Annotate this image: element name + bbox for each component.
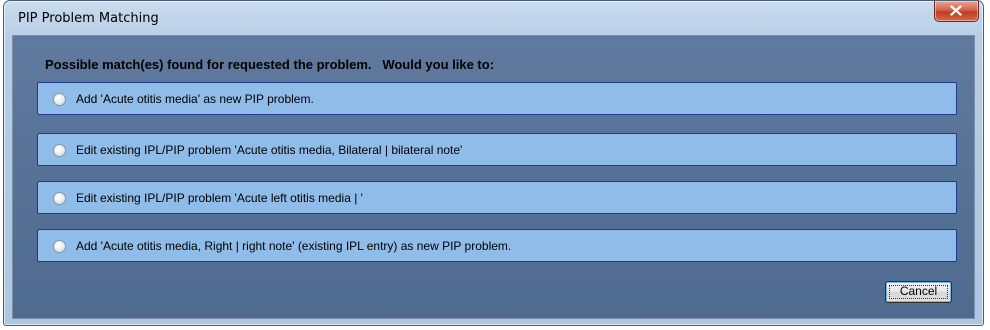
option-radio[interactable] (53, 93, 66, 106)
option-radio[interactable] (53, 192, 66, 205)
cancel-label: Cancel (899, 284, 938, 298)
option-label: Edit existing IPL/PIP problem 'Acute oti… (76, 143, 463, 157)
option-radio[interactable] (53, 144, 66, 157)
option-label: Add 'Acute otitis media' as new PIP prob… (76, 92, 314, 106)
option-radio[interactable] (53, 240, 66, 253)
dialog-body: Possible match(es) found for requested t… (12, 35, 975, 319)
close-icon (950, 5, 962, 16)
title-bar[interactable]: PIP Problem Matching (4, 1, 983, 35)
window-title: PIP Problem Matching (18, 11, 159, 26)
cancel-button[interactable]: Cancel (885, 281, 952, 303)
close-button[interactable] (934, 1, 979, 22)
option-edit-bilateral[interactable]: Edit existing IPL/PIP problem 'Acute oti… (37, 133, 957, 166)
option-add-new-pip[interactable]: Add 'Acute otitis media' as new PIP prob… (37, 82, 957, 115)
option-label: Edit existing IPL/PIP problem 'Acute lef… (76, 191, 363, 205)
prompt-text: Possible match(es) found for requested t… (45, 57, 495, 72)
option-add-right-ipl[interactable]: Add 'Acute otitis media, Right | right n… (37, 229, 957, 262)
dialog-window: PIP Problem Matching Possible match(es) … (3, 0, 984, 326)
option-edit-left[interactable]: Edit existing IPL/PIP problem 'Acute lef… (37, 181, 957, 214)
option-label: Add 'Acute otitis media, Right | right n… (76, 239, 512, 253)
